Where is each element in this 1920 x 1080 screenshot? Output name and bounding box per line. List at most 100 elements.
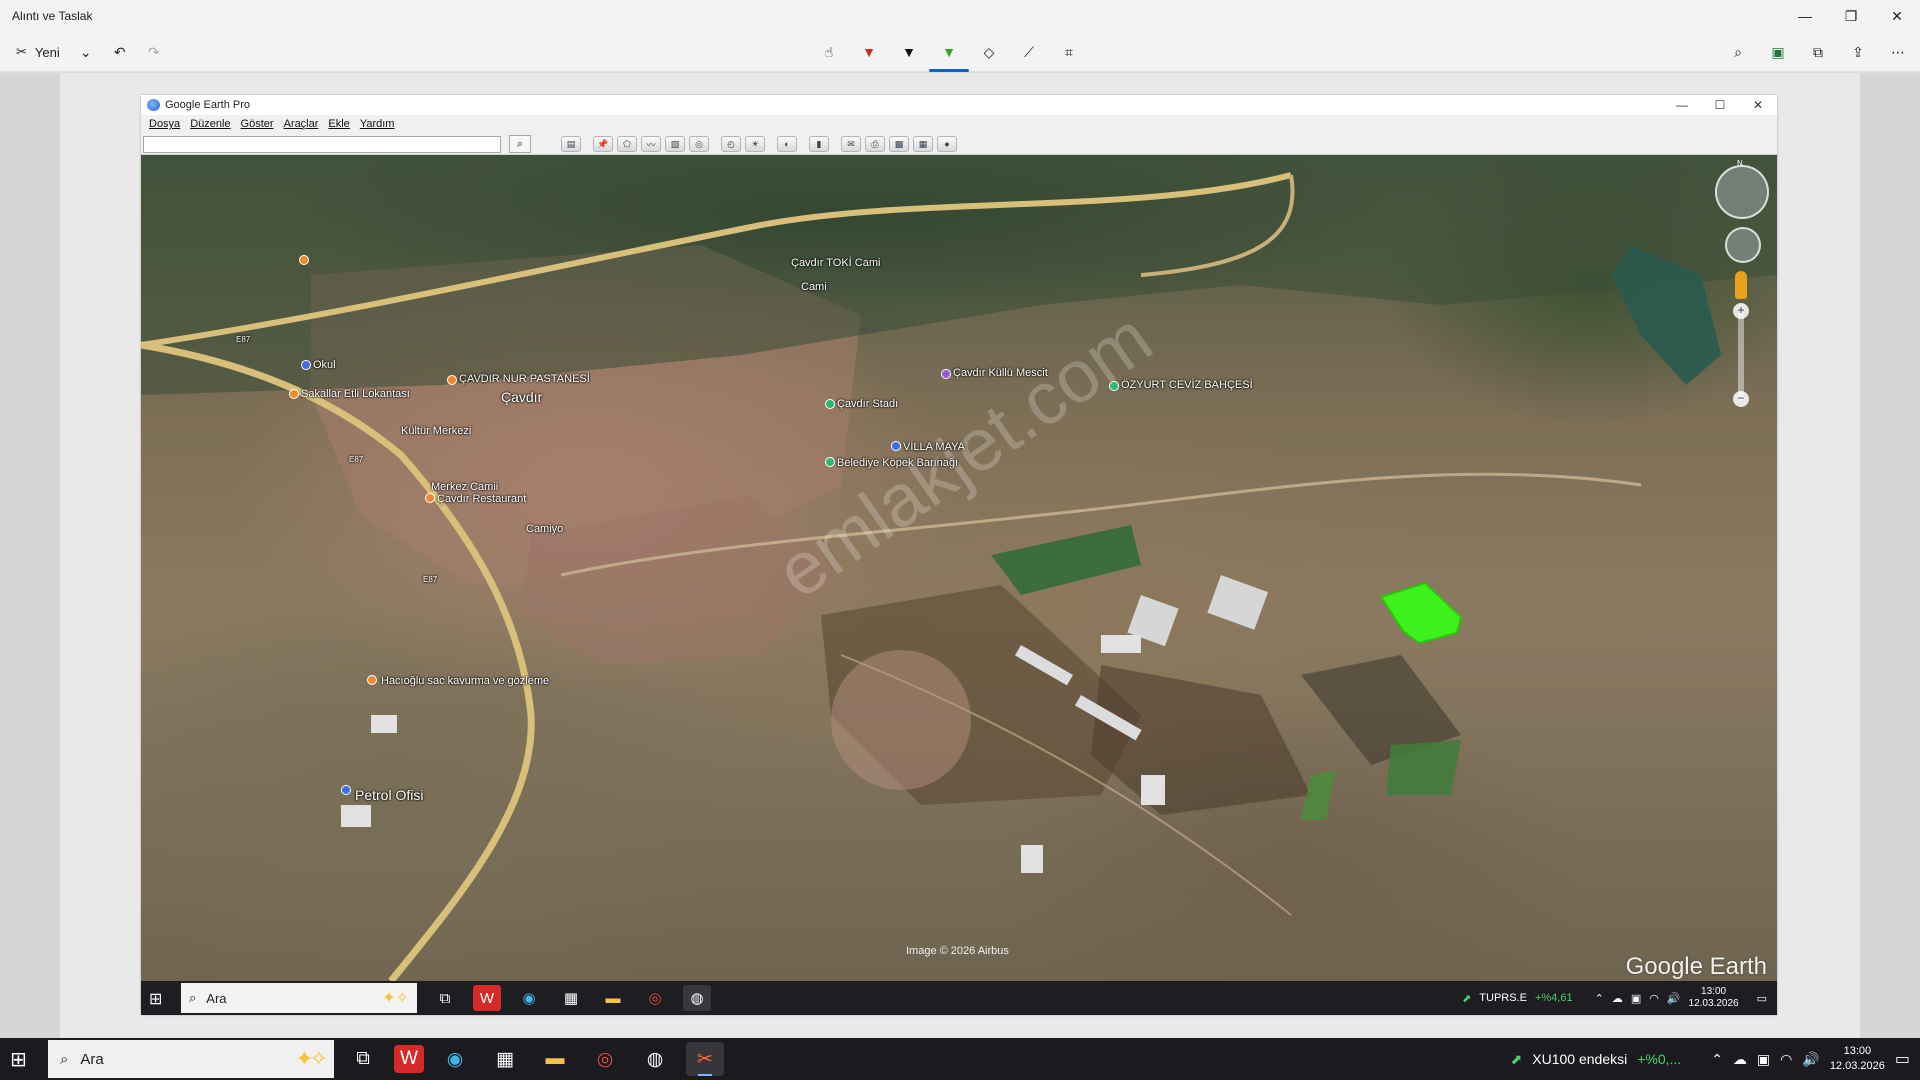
search-icon: ⌕ (60, 1050, 69, 1068)
new-snip-button[interactable]: ✂ Yeni (10, 38, 66, 66)
captured-notification-icon: ▭ (1756, 992, 1767, 1005)
ge-close-icon[interactable]: ✕ (1739, 95, 1777, 115)
toki-housing (831, 650, 971, 790)
path-icon[interactable]: 〰 (641, 136, 661, 152)
window-controls: — ❐ ✕ (1782, 0, 1920, 32)
volume-icon: 🔊 (1666, 992, 1681, 1005)
sunlight-icon[interactable]: ☀ (745, 136, 765, 152)
file-explorer-icon[interactable]: ▬ (536, 1042, 574, 1076)
print-icon[interactable]: ⎙ (865, 136, 885, 152)
captured-date: 12.03.2026 (1688, 998, 1739, 1009)
zoom-out-icon[interactable]: − (1733, 391, 1749, 407)
ballpoint-pen-icon[interactable]: ▼ (855, 38, 883, 66)
onedrive-icon[interactable]: ☁ (1733, 1051, 1747, 1068)
zoom-icon[interactable]: ⌕ (1724, 38, 1752, 66)
chrome-icon[interactable]: ◎ (586, 1042, 624, 1076)
more-icon[interactable]: ⋯ (1884, 38, 1912, 66)
menu-add[interactable]: Ekle (328, 118, 349, 130)
pencil-icon[interactable]: ▼ (895, 38, 923, 66)
close-icon[interactable]: ✕ (1874, 0, 1920, 32)
clock-time: 13:00 (1843, 1045, 1872, 1057)
greenhouse (341, 805, 371, 827)
historical-imagery-icon[interactable]: ◴ (721, 136, 741, 152)
placemark-icon[interactable]: 📌 (593, 136, 613, 152)
sidebar-toggle-icon[interactable]: ▤ (561, 136, 581, 152)
ruler-icon[interactable]: ⟋ (1015, 38, 1043, 66)
volume-icon[interactable]: 🔊 (1802, 1051, 1819, 1068)
polygon-icon[interactable]: ⬠ (617, 136, 637, 152)
poi-marker (301, 360, 311, 370)
menu-view[interactable]: Göster (241, 118, 274, 130)
ge-search-input[interactable] (143, 136, 501, 153)
save-icon[interactable]: ▣ (1764, 38, 1792, 66)
email-icon[interactable]: ✉ (841, 136, 861, 152)
snipping-tool-taskbar-icon[interactable]: ✂ (686, 1042, 724, 1076)
menu-file[interactable]: Dosya (149, 118, 180, 130)
poi-marker (367, 675, 377, 685)
label-cami: Cami (801, 281, 827, 293)
editor-toolbar: ✂ Yeni ⌄ ↶ ↷ ☝ ▼ ▼ ▼ ◇ ⟋ ⌗ ⌕ ▣ ⧉ ⇪ ⋯ (0, 32, 1920, 72)
ge-maximize-icon[interactable]: ☐ (1701, 95, 1739, 115)
toolbar-left: ✂ Yeni ⌄ ↶ ↷ (10, 38, 168, 66)
ge-title: Google Earth Pro (165, 99, 250, 111)
copy-icon[interactable]: ⧉ (1804, 38, 1832, 66)
eraser-icon[interactable]: ◇ (975, 38, 1003, 66)
look-joystick-icon[interactable] (1715, 165, 1769, 219)
taskbar-search-box[interactable]: ⌕ Ara ✦✧ (48, 1040, 334, 1078)
touch-writing-icon[interactable]: ☝ (815, 38, 843, 66)
save-image-icon[interactable]: ▩ (889, 136, 909, 152)
label-kopek: Belediye Köpek Barınağı (837, 457, 959, 469)
poi-marker (425, 493, 435, 503)
crop-icon[interactable]: ⌗ (1055, 38, 1083, 66)
share-icon[interactable]: ⇪ (1844, 38, 1872, 66)
menu-help[interactable]: Yardım (360, 118, 395, 130)
captured-taskbar: ⊞ ⌕ Ara ✦✧ ⧉ W ◉ ▦ ▬ ◎ ◍ ⬈ TUPRS.E +%4,6… (141, 981, 1777, 1015)
camera-icon[interactable]: ▣ (1757, 1051, 1770, 1068)
greenhouse (1101, 635, 1141, 653)
google-earth-taskbar-icon[interactable]: ◍ (636, 1042, 674, 1076)
forest-area (141, 155, 1777, 395)
restore-icon[interactable]: ❐ (1828, 0, 1874, 32)
captured-clock: 13:00 12.03.2026 (1689, 986, 1739, 1010)
label-acigoz: Hacıoğlu sac kavurma ve gözleme (381, 675, 550, 687)
task-view-icon: ⧉ (439, 989, 451, 1007)
menu-tools[interactable]: Araçlar (284, 118, 319, 130)
move-joystick-icon[interactable] (1725, 227, 1761, 263)
stock-name[interactable]: XU100 endeksi (1532, 1051, 1627, 1067)
planets-icon[interactable]: ◐ (777, 136, 797, 152)
windows-start-icon[interactable]: ⊞ (10, 1047, 27, 1072)
app-title: Alıntı ve Taslak (12, 9, 93, 23)
map-view[interactable]: emlakjet.com Çavdır TOKİ Cami Cami Okul … (141, 155, 1777, 981)
notification-center-icon[interactable]: ▭ (1895, 1049, 1910, 1069)
edge-browser-icon[interactable]: ◉ (436, 1042, 474, 1076)
ruler-tool-icon[interactable]: ▮ (809, 136, 829, 152)
street-view-pegman-icon[interactable] (1735, 271, 1747, 299)
tray-chevron-up-icon[interactable]: ⌃ (1711, 1051, 1723, 1068)
captured-screenshot: Google Earth Pro — ☐ ✕ Dosya Düzenle Gös… (141, 95, 1777, 1015)
highlighter-icon[interactable]: ▼ (929, 38, 969, 72)
stock-trend-icon[interactable]: ⬈ (1511, 1051, 1523, 1068)
view-in-maps-icon[interactable]: ▦ (913, 136, 933, 152)
minimize-icon[interactable]: — (1782, 0, 1828, 32)
captured-taskbar-apps: ⧉ W ◉ ▦ ▬ ◎ ◍ (431, 985, 711, 1011)
zoom-in-icon[interactable]: + (1733, 303, 1749, 319)
redo-icon[interactable]: ↷ (140, 38, 168, 66)
google-earth-brand: Google Earth (1625, 953, 1767, 980)
ge-minimize-icon[interactable]: — (1663, 95, 1701, 115)
record-tour-icon[interactable]: ◎ (689, 136, 709, 152)
wifi-icon[interactable]: ◠ (1780, 1051, 1792, 1068)
wps-office-icon[interactable]: W (394, 1045, 424, 1073)
label-petrol: Petrol Ofisi (355, 787, 424, 803)
microsoft-store-icon[interactable]: ▦ (486, 1042, 524, 1076)
clock[interactable]: 13:00 12.03.2026 (1830, 1044, 1885, 1074)
undo-icon[interactable]: ↶ (106, 38, 134, 66)
menu-edit[interactable]: Düzenle (190, 118, 230, 130)
ge-search-button[interactable]: ⌕ (509, 135, 531, 153)
new-dropdown-chevron-icon[interactable]: ⌄ (72, 38, 100, 66)
task-view-icon[interactable]: ⧉ (344, 1042, 382, 1076)
label-camiyo: Camiyo (526, 523, 564, 535)
globe-icon[interactable]: ● (937, 136, 957, 152)
stock-change[interactable]: +%0,... (1637, 1051, 1681, 1067)
image-overlay-icon[interactable]: ▨ (665, 136, 685, 152)
zoom-slider[interactable] (1738, 311, 1744, 401)
